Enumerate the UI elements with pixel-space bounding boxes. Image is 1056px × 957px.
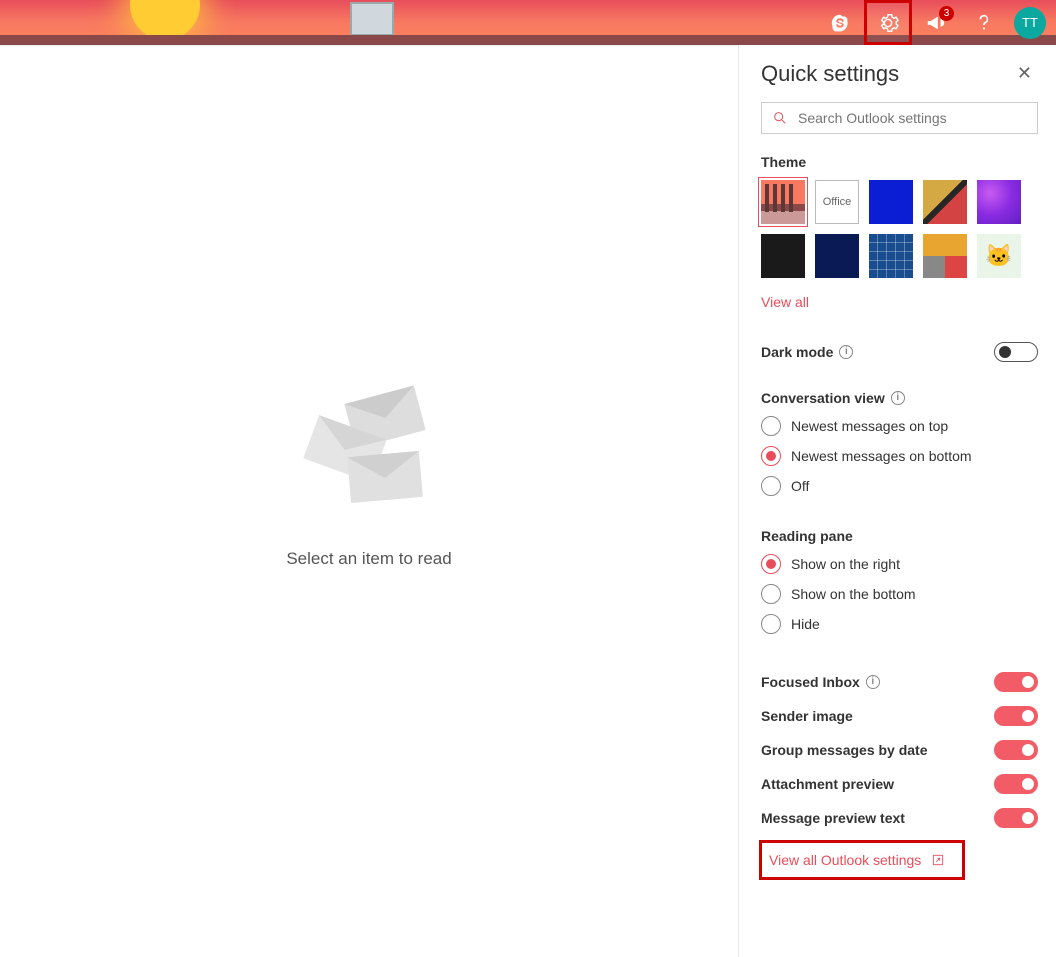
skype-icon[interactable]: [816, 0, 864, 45]
rp-radio-bottom[interactable]: Show on the bottom: [761, 584, 1038, 604]
theme-blueprint[interactable]: [869, 234, 913, 278]
help-icon[interactable]: [960, 0, 1008, 45]
conv-radio-off[interactable]: Off: [761, 476, 1038, 496]
rp-radio-right[interactable]: Show on the right: [761, 554, 1038, 574]
reading-pane-empty: Select an item to read: [0, 45, 738, 917]
attachment-preview-label: Attachment preview: [761, 776, 894, 792]
focused-inbox-toggle[interactable]: [994, 672, 1038, 692]
banner-decoration: [340, 0, 400, 45]
search-icon: [772, 110, 788, 126]
main-content: Select an item to read Quick settings ✕ …: [0, 45, 1056, 957]
theme-purple[interactable]: [977, 180, 1021, 224]
theme-bricks[interactable]: [923, 234, 967, 278]
header-actions: 3 TT: [816, 0, 1046, 45]
empty-illustration: [304, 394, 434, 504]
header-banner: 3 TT: [0, 0, 1056, 45]
focused-inbox-label: Focused Inboxi: [761, 674, 880, 690]
reading-pane-label: Reading pane: [761, 528, 1038, 544]
conv-radio-bottom[interactable]: Newest messages on bottom: [761, 446, 1038, 466]
theme-grid: Office: [761, 180, 1038, 278]
info-icon[interactable]: i: [891, 391, 905, 405]
sender-image-label: Sender image: [761, 708, 853, 724]
message-preview-label: Message preview text: [761, 810, 905, 826]
conv-radio-top[interactable]: Newest messages on top: [761, 416, 1038, 436]
info-icon[interactable]: i: [839, 345, 853, 359]
sender-image-toggle[interactable]: [994, 706, 1038, 726]
theme-navy[interactable]: [815, 234, 859, 278]
conversation-view-label: Conversation viewi: [761, 390, 1038, 406]
theme-cat[interactable]: [977, 234, 1021, 278]
quick-settings-panel: Quick settings ✕ Theme Office View all D…: [738, 45, 1056, 957]
empty-text: Select an item to read: [286, 549, 451, 569]
open-icon: [931, 853, 945, 867]
theme-retro[interactable]: [923, 180, 967, 224]
theme-office[interactable]: Office: [815, 180, 859, 224]
rp-radio-hide[interactable]: Hide: [761, 614, 1038, 634]
theme-black[interactable]: [761, 234, 805, 278]
search-input-wrapper[interactable]: [761, 102, 1038, 134]
theme-blue[interactable]: [869, 180, 913, 224]
dark-mode-label: Dark modei: [761, 344, 853, 360]
theme-sunset[interactable]: [761, 180, 805, 224]
message-preview-toggle[interactable]: [994, 808, 1038, 828]
notification-badge: 3: [939, 6, 954, 21]
megaphone-icon[interactable]: 3: [912, 0, 960, 45]
dark-mode-toggle[interactable]: [994, 342, 1038, 362]
avatar[interactable]: TT: [1014, 7, 1046, 39]
settings-icon[interactable]: [864, 0, 912, 45]
close-icon[interactable]: ✕: [1011, 59, 1038, 88]
view-all-settings-link[interactable]: View all Outlook settings: [761, 842, 963, 878]
panel-title: Quick settings: [761, 61, 899, 87]
attachment-preview-toggle[interactable]: [994, 774, 1038, 794]
view-all-themes-link[interactable]: View all: [761, 294, 809, 310]
theme-label: Theme: [761, 154, 1038, 170]
group-by-date-toggle[interactable]: [994, 740, 1038, 760]
search-input[interactable]: [798, 110, 1027, 126]
info-icon[interactable]: i: [866, 675, 880, 689]
group-by-date-label: Group messages by date: [761, 742, 928, 758]
